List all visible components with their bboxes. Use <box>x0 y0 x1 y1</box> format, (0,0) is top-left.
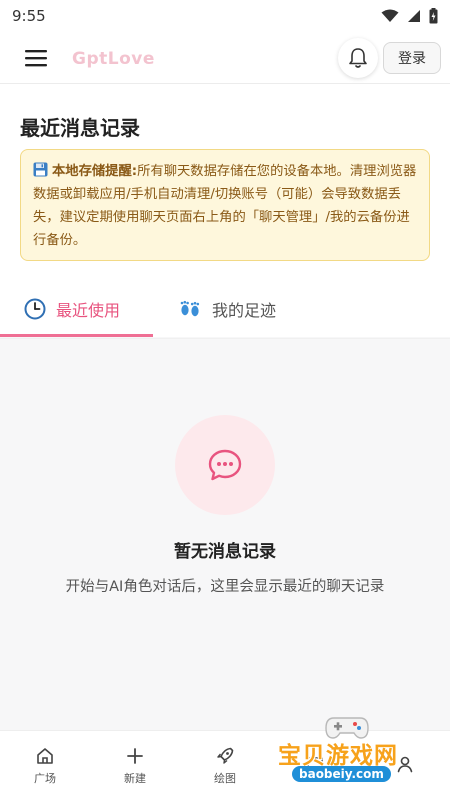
active-tab-indicator <box>0 334 153 337</box>
watermark-text: 宝贝游戏网 <box>278 743 398 769</box>
empty-state-icon-circle <box>175 415 275 515</box>
main-content: 最近消息记录 本地存储提醒:所有聊天数据存储在您的设备本地。清理浏览器数据或卸载… <box>0 85 450 730</box>
status-time: 9:55 <box>12 7 46 25</box>
footprints-icon <box>180 300 200 317</box>
plus-icon <box>127 748 143 764</box>
notice-heading: 本地存储提醒: <box>52 164 138 179</box>
status-bar: 9:55 <box>0 0 450 32</box>
nav-label-new: 新建 <box>124 772 146 785</box>
notification-button[interactable] <box>338 38 378 78</box>
nav-label-draw: 绘图 <box>214 772 236 785</box>
nav-item-square[interactable]: 广场 <box>0 731 90 801</box>
signal-icon <box>408 10 420 22</box>
rocket-icon <box>217 747 234 764</box>
top-panel: 最近消息记录 本地存储提醒:所有聊天数据存储在您的设备本地。清理浏览器数据或卸载… <box>0 85 450 339</box>
brand-logo: GptLove <box>72 48 155 69</box>
tab-recent[interactable]: 最近使用 <box>24 281 120 337</box>
page-title: 最近消息记录 <box>20 116 140 140</box>
chat-bubble-icon <box>208 449 242 481</box>
menu-icon <box>25 49 47 66</box>
empty-state-title: 暂无消息记录 <box>174 542 276 562</box>
empty-state-subtitle: 开始与AI角色对话后，这里会显示最近的聊天记录 <box>65 579 385 595</box>
app-bar: GptLove 登录 <box>0 32 450 84</box>
clock-icon <box>24 298 46 320</box>
status-icons <box>381 8 438 24</box>
battery-icon <box>429 8 438 24</box>
watermark-url: baobeiy.com <box>292 766 391 782</box>
login-button[interactable]: 登录 <box>383 42 441 74</box>
tab-recent-label: 最近使用 <box>56 301 121 320</box>
floppy-disk-icon <box>33 162 48 177</box>
watermark: 宝贝游戏网 baobeiy.com <box>272 712 422 792</box>
nav-item-new[interactable]: 新建 <box>90 731 180 801</box>
nav-label-square: 广场 <box>34 772 56 785</box>
storage-notice: 本地存储提醒:所有聊天数据存储在您的设备本地。清理浏览器数据或卸载应用/手机自动… <box>20 149 430 261</box>
tab-bar: 最近使用 我的足迹 <box>0 281 450 339</box>
tab-footprints[interactable]: 我的足迹 <box>178 281 276 337</box>
bell-icon <box>349 48 367 68</box>
menu-button[interactable] <box>0 32 72 84</box>
nav-item-draw[interactable]: 绘图 <box>180 731 270 801</box>
wifi-icon <box>381 9 399 22</box>
tab-footprints-label: 我的足迹 <box>212 301 277 320</box>
home-icon <box>37 748 53 764</box>
